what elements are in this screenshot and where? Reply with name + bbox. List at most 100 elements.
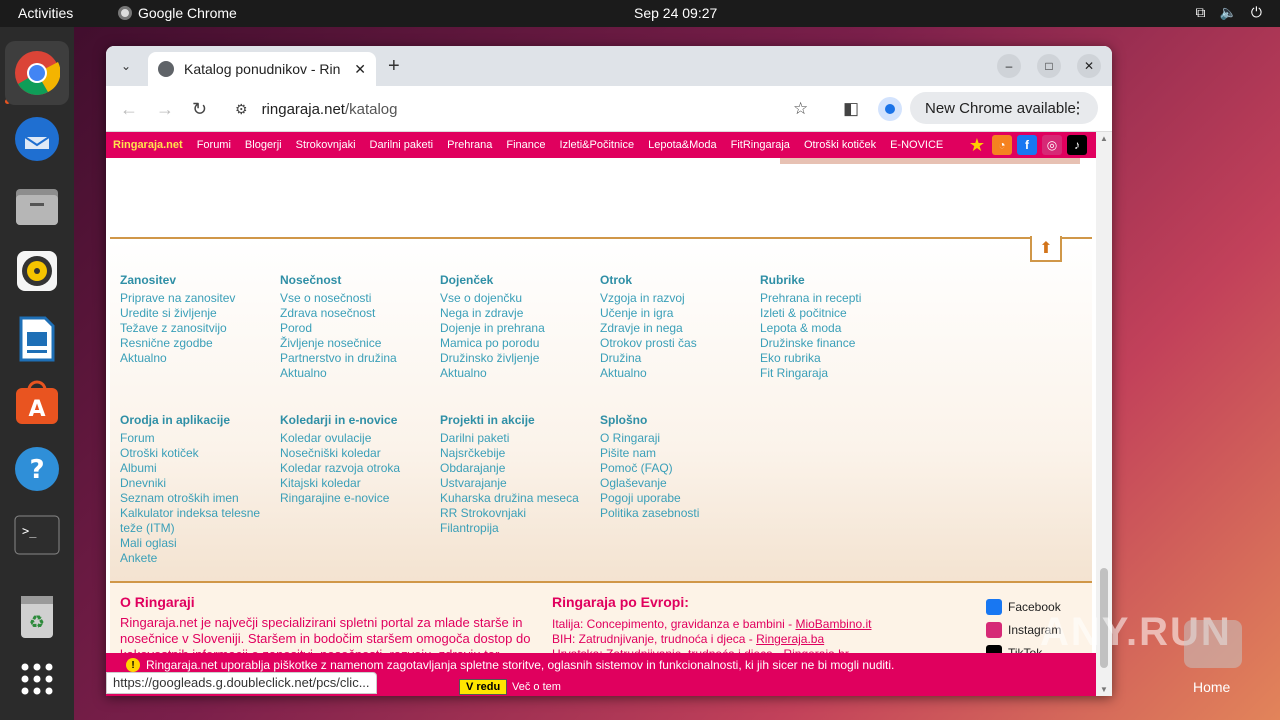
footer-heading[interactable]: Projekti in akcije (440, 413, 579, 428)
maximize-button[interactable]: □ (1037, 54, 1061, 78)
nav-link-darilni-paketi[interactable]: Darilni paketi (370, 139, 434, 151)
chrome-icon[interactable] (5, 41, 69, 105)
footer-link[interactable]: Pišite nam (600, 446, 699, 461)
profile-icon[interactable] (878, 97, 902, 121)
address-bar[interactable]: ⚙ ringaraja.net/katalog (223, 92, 823, 126)
footer-heading[interactable]: Orodja in aplikacije (120, 413, 260, 428)
footer-link[interactable]: Mali oglasi (120, 536, 260, 551)
tab-search-button[interactable]: ⌄ (114, 54, 138, 78)
home-folder-label[interactable]: Home (1193, 679, 1230, 695)
activities-button[interactable]: Activities (18, 5, 73, 21)
footer-link[interactable]: Otrokov prosti čas (600, 336, 697, 351)
nav-link-finance[interactable]: Finance (506, 139, 545, 151)
footer-link[interactable]: Partnerstvo in družina (280, 351, 397, 366)
footer-link[interactable]: Priprave na zanositev (120, 291, 235, 306)
active-app-indicator[interactable]: Google Chrome (118, 5, 237, 21)
system-tray[interactable]: ⧉ 🔈 ⏻ (1195, 4, 1262, 21)
footer-link[interactable]: Lepota & moda (760, 321, 861, 336)
nav-link-enovice[interactable]: E-NOVICE (890, 139, 943, 151)
footer-link[interactable]: Aktualno (440, 366, 545, 381)
footer-link[interactable]: Nega in zdravje (440, 306, 545, 321)
footer-link[interactable]: Porod (280, 321, 397, 336)
footer-link[interactable]: Fit Ringaraja (760, 366, 861, 381)
footer-link[interactable]: Vse o nosečnosti (280, 291, 397, 306)
footer-link[interactable]: Težave z zanositvijo (120, 321, 235, 336)
footer-link[interactable]: Otroški kotiček (120, 446, 260, 461)
footer-heading[interactable]: Koledarji in e-novice (280, 413, 400, 428)
europe-link-italy[interactable]: MioBambino.it (795, 617, 871, 631)
footer-link[interactable]: Dojenje in prehrana (440, 321, 545, 336)
writer-icon[interactable] (13, 315, 61, 363)
footer-link[interactable]: Vzgoja in razvoj (600, 291, 697, 306)
nav-link-forumi[interactable]: Forumi (197, 139, 231, 151)
footer-link[interactable]: Kuharska družina meseca (440, 491, 579, 506)
close-window-button[interactable]: ✕ (1077, 54, 1101, 78)
site-info-icon[interactable]: ⚙ (235, 101, 248, 118)
nav-link-otroski-koticek[interactable]: Otroški kotiček (804, 139, 876, 151)
footer-link[interactable]: Prehrana in recepti (760, 291, 861, 306)
bookmark-star-icon[interactable]: ☆ (793, 99, 808, 119)
footer-link[interactable]: Izleti & počitnice (760, 306, 861, 321)
footer-link[interactable]: Seznam otroških imen (120, 491, 260, 506)
minimize-button[interactable]: – (997, 54, 1021, 78)
footer-link[interactable]: Zdrava nosečnost (280, 306, 397, 321)
footer-link[interactable]: Aktualno (120, 351, 235, 366)
footer-link[interactable]: Albumi (120, 461, 260, 476)
footer-link[interactable]: Politika zasebnosti (600, 506, 699, 521)
chrome-update-button[interactable]: New Chrome available ⋮ (910, 92, 1098, 124)
app-center-icon[interactable]: A (13, 379, 61, 427)
footer-link[interactable]: Uredite si življenje (120, 306, 235, 321)
footer-link[interactable]: Kalkulator indeksa telesne (120, 506, 260, 521)
rss-icon[interactable]: ◔ (992, 135, 1012, 155)
footer-heading[interactable]: Nosečnost (280, 273, 397, 288)
footer-heading[interactable]: Rubrike (760, 273, 861, 288)
more-menu-icon[interactable]: ⋮ (1070, 98, 1086, 118)
footer-link[interactable]: Učenje in igra (600, 306, 697, 321)
instagram-icon[interactable]: ◎ (1042, 135, 1062, 155)
back-button[interactable]: ← (120, 99, 138, 120)
footer-link[interactable]: Koledar razvoja otroka (280, 461, 400, 476)
footer-link[interactable]: Forum (120, 431, 260, 446)
nav-link-lepota[interactable]: Lepota&Moda (648, 139, 717, 151)
scroll-up-icon[interactable]: ▲ (1100, 134, 1108, 143)
footer-link[interactable]: Eko rubrika (760, 351, 861, 366)
ad-banner-edge[interactable] (780, 158, 1080, 164)
footer-heading[interactable]: Otrok (600, 273, 697, 288)
footer-link[interactable]: Življenje nosečnice (280, 336, 397, 351)
new-tab-button[interactable]: + (388, 55, 400, 78)
footer-link[interactable]: Družinske finance (760, 336, 861, 351)
nav-link-prehrana[interactable]: Prehrana (447, 139, 492, 151)
footer-link[interactable]: Aktualno (600, 366, 697, 381)
forward-button[interactable]: → (156, 99, 174, 120)
close-tab-icon[interactable]: ✕ (354, 61, 366, 78)
scroll-down-icon[interactable]: ▼ (1100, 685, 1108, 694)
terminal-icon[interactable]: >_ (13, 511, 61, 559)
cookie-accept-button[interactable]: V redu (459, 679, 508, 695)
clock[interactable]: Sep 24 09:27 (634, 5, 717, 21)
nav-link-izleti[interactable]: Izleti&Počitnice (560, 139, 635, 151)
footer-link[interactable]: Resnične zgodbe (120, 336, 235, 351)
site-brand-link[interactable]: Ringaraja.net (113, 139, 183, 151)
star-icon[interactable]: ★ (967, 135, 987, 155)
footer-link[interactable]: Zdravje in nega (600, 321, 697, 336)
footer-link[interactable]: Filantropija (440, 521, 579, 536)
footer-heading[interactable]: Splošno (600, 413, 699, 428)
files-icon[interactable] (13, 182, 61, 230)
footer-link[interactable]: Obdarajanje (440, 461, 579, 476)
home-folder-icon[interactable] (1184, 620, 1242, 668)
active-tab[interactable]: Katalog ponudnikov - Rin ✕ (148, 52, 376, 86)
cookie-more-link[interactable]: Več o tem (512, 681, 561, 693)
footer-heading[interactable]: Zanositev (120, 273, 235, 288)
footer-link[interactable]: Mamica po porodu (440, 336, 545, 351)
europe-link-bih[interactable]: Ringeraja.ba (756, 632, 824, 646)
footer-link[interactable]: Ringarajine e-novice (280, 491, 400, 506)
footer-link[interactable]: Ustvarajanje (440, 476, 579, 491)
footer-link[interactable]: Vse o dojenčku (440, 291, 545, 306)
footer-link[interactable]: teže (ITM) (120, 521, 260, 536)
footer-link[interactable]: Kitajski koledar (280, 476, 400, 491)
footer-link[interactable]: Družinsko življenje (440, 351, 545, 366)
footer-link[interactable]: Pomoč (FAQ) (600, 461, 699, 476)
nav-link-strokovnjaki[interactable]: Strokovnjaki (296, 139, 356, 151)
apps-grid-icon[interactable] (13, 655, 61, 703)
footer-link[interactable]: Družina (600, 351, 697, 366)
